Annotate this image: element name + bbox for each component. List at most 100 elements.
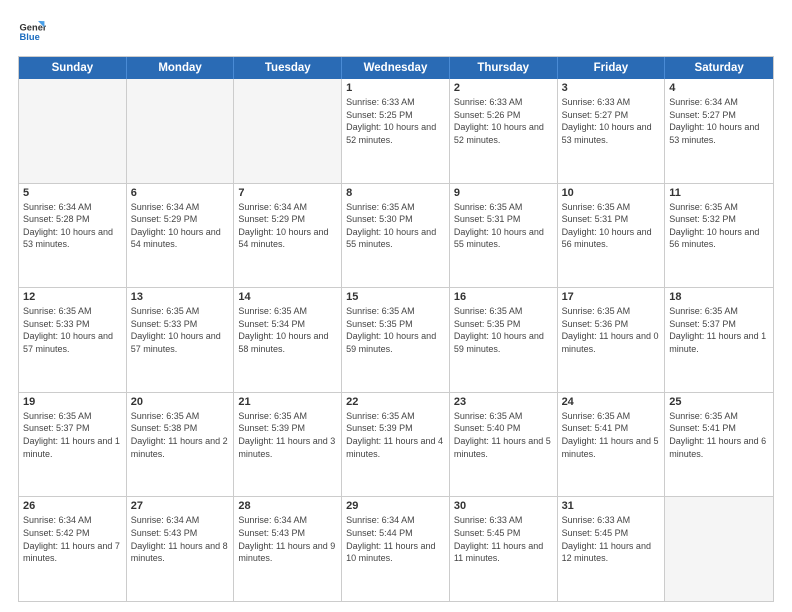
cell-day-number: 3 xyxy=(562,82,661,94)
calendar-cell: 5 Sunrise: 6:34 AM Sunset: 5:28 PM Daylig… xyxy=(19,184,127,288)
header: General Blue xyxy=(18,18,774,46)
logo: General Blue xyxy=(18,18,46,46)
cell-day-number: 27 xyxy=(131,500,230,512)
cell-info: Sunrise: 6:34 AM Sunset: 5:43 PM Dayligh… xyxy=(238,514,337,564)
calendar-cell: 29 Sunrise: 6:34 AM Sunset: 5:44 PM Dayli… xyxy=(342,497,450,601)
calendar-cell: 15 Sunrise: 6:35 AM Sunset: 5:35 PM Dayli… xyxy=(342,288,450,392)
calendar-cell xyxy=(665,497,773,601)
calendar-cell: 2 Sunrise: 6:33 AM Sunset: 5:26 PM Daylig… xyxy=(450,79,558,183)
cell-info: Sunrise: 6:35 AM Sunset: 5:32 PM Dayligh… xyxy=(669,201,769,251)
calendar: SundayMondayTuesdayWednesdayThursdayFrid… xyxy=(18,56,774,602)
cell-day-number: 16 xyxy=(454,291,553,303)
cell-day-number: 7 xyxy=(238,187,337,199)
cell-day-number: 30 xyxy=(454,500,553,512)
cell-day-number: 21 xyxy=(238,396,337,408)
cell-day-number: 8 xyxy=(346,187,445,199)
cell-info: Sunrise: 6:35 AM Sunset: 5:37 PM Dayligh… xyxy=(669,305,769,355)
cell-day-number: 11 xyxy=(669,187,769,199)
cell-day-number: 2 xyxy=(454,82,553,94)
cell-day-number: 29 xyxy=(346,500,445,512)
calendar-row-3: 19Sunrise: 6:35 AM Sunset: 5:37 PM Dayli… xyxy=(19,393,773,498)
cell-day-number: 5 xyxy=(23,187,122,199)
cell-info: Sunrise: 6:35 AM Sunset: 5:37 PM Dayligh… xyxy=(23,410,122,460)
header-day-friday: Friday xyxy=(558,57,666,79)
calendar-header-row: SundayMondayTuesdayWednesdayThursdayFrid… xyxy=(19,57,773,79)
cell-info: Sunrise: 6:35 AM Sunset: 5:39 PM Dayligh… xyxy=(346,410,445,460)
cell-day-number: 10 xyxy=(562,187,661,199)
cell-info: Sunrise: 6:35 AM Sunset: 5:30 PM Dayligh… xyxy=(346,201,445,251)
calendar-cell: 30 Sunrise: 6:33 AM Sunset: 5:45 PM Dayli… xyxy=(450,497,558,601)
cell-day-number: 20 xyxy=(131,396,230,408)
header-day-tuesday: Tuesday xyxy=(234,57,342,79)
calendar-cell: 6Sunrise: 6:34 AM Sunset: 5:29 PM Daylig… xyxy=(127,184,235,288)
calendar-cell: 11 Sunrise: 6:35 AM Sunset: 5:32 PM Dayli… xyxy=(665,184,773,288)
calendar-cell: 10 Sunrise: 6:35 AM Sunset: 5:31 PM Dayli… xyxy=(558,184,666,288)
cell-info: Sunrise: 6:33 AM Sunset: 5:25 PM Dayligh… xyxy=(346,96,445,146)
calendar-cell xyxy=(127,79,235,183)
cell-info: Sunrise: 6:35 AM Sunset: 5:41 PM Dayligh… xyxy=(669,410,769,460)
calendar-cell: 16 Sunrise: 6:35 AM Sunset: 5:35 PM Dayli… xyxy=(450,288,558,392)
cell-info: Sunrise: 6:35 AM Sunset: 5:38 PM Dayligh… xyxy=(131,410,230,460)
cell-info: Sunrise: 6:34 AM Sunset: 5:27 PM Dayligh… xyxy=(669,96,769,146)
cell-day-number: 12 xyxy=(23,291,122,303)
calendar-body: 1Sunrise: 6:33 AM Sunset: 5:25 PM Daylig… xyxy=(19,79,773,601)
cell-day-number: 18 xyxy=(669,291,769,303)
cell-day-number: 23 xyxy=(454,396,553,408)
cell-day-number: 22 xyxy=(346,396,445,408)
calendar-cell: 3 Sunrise: 6:33 AM Sunset: 5:27 PM Daylig… xyxy=(558,79,666,183)
cell-info: Sunrise: 6:35 AM Sunset: 5:33 PM Dayligh… xyxy=(23,305,122,355)
calendar-cell: 31Sunrise: 6:33 AM Sunset: 5:45 PM Dayli… xyxy=(558,497,666,601)
cell-info: Sunrise: 6:35 AM Sunset: 5:36 PM Dayligh… xyxy=(562,305,661,355)
cell-info: Sunrise: 6:35 AM Sunset: 5:39 PM Dayligh… xyxy=(238,410,337,460)
cell-info: Sunrise: 6:35 AM Sunset: 5:35 PM Dayligh… xyxy=(346,305,445,355)
cell-info: Sunrise: 6:33 AM Sunset: 5:27 PM Dayligh… xyxy=(562,96,661,146)
page: General Blue SundayMondayTuesdayWednesda… xyxy=(0,0,792,612)
calendar-cell: 22 Sunrise: 6:35 AM Sunset: 5:39 PM Dayli… xyxy=(342,393,450,497)
cell-day-number: 31 xyxy=(562,500,661,512)
calendar-cell xyxy=(234,79,342,183)
cell-info: Sunrise: 6:35 AM Sunset: 5:35 PM Dayligh… xyxy=(454,305,553,355)
calendar-cell: 26 Sunrise: 6:34 AM Sunset: 5:42 PM Dayli… xyxy=(19,497,127,601)
calendar-row-2: 12 Sunrise: 6:35 AM Sunset: 5:33 PM Dayli… xyxy=(19,288,773,393)
calendar-cell: 1Sunrise: 6:33 AM Sunset: 5:25 PM Daylig… xyxy=(342,79,450,183)
cell-day-number: 26 xyxy=(23,500,122,512)
calendar-cell: 25Sunrise: 6:35 AM Sunset: 5:41 PM Dayli… xyxy=(665,393,773,497)
cell-info: Sunrise: 6:33 AM Sunset: 5:45 PM Dayligh… xyxy=(454,514,553,564)
header-day-saturday: Saturday xyxy=(665,57,773,79)
calendar-cell: 7 Sunrise: 6:34 AM Sunset: 5:29 PM Daylig… xyxy=(234,184,342,288)
cell-info: Sunrise: 6:34 AM Sunset: 5:43 PM Dayligh… xyxy=(131,514,230,564)
cell-day-number: 13 xyxy=(131,291,230,303)
cell-info: Sunrise: 6:34 AM Sunset: 5:28 PM Dayligh… xyxy=(23,201,122,251)
logo-icon: General Blue xyxy=(18,18,46,46)
calendar-cell: 17Sunrise: 6:35 AM Sunset: 5:36 PM Dayli… xyxy=(558,288,666,392)
header-day-thursday: Thursday xyxy=(450,57,558,79)
calendar-cell: 18 Sunrise: 6:35 AM Sunset: 5:37 PM Dayli… xyxy=(665,288,773,392)
cell-day-number: 15 xyxy=(346,291,445,303)
calendar-cell: 4 Sunrise: 6:34 AM Sunset: 5:27 PM Daylig… xyxy=(665,79,773,183)
calendar-row-4: 26 Sunrise: 6:34 AM Sunset: 5:42 PM Dayli… xyxy=(19,497,773,601)
header-day-wednesday: Wednesday xyxy=(342,57,450,79)
cell-info: Sunrise: 6:34 AM Sunset: 5:29 PM Dayligh… xyxy=(238,201,337,251)
calendar-cell: 12 Sunrise: 6:35 AM Sunset: 5:33 PM Dayli… xyxy=(19,288,127,392)
calendar-cell: 9 Sunrise: 6:35 AM Sunset: 5:31 PM Daylig… xyxy=(450,184,558,288)
calendar-cell: 13 Sunrise: 6:35 AM Sunset: 5:33 PM Dayli… xyxy=(127,288,235,392)
calendar-cell: 14 Sunrise: 6:35 AM Sunset: 5:34 PM Dayli… xyxy=(234,288,342,392)
cell-info: Sunrise: 6:35 AM Sunset: 5:31 PM Dayligh… xyxy=(562,201,661,251)
calendar-cell xyxy=(19,79,127,183)
cell-day-number: 24 xyxy=(562,396,661,408)
cell-day-number: 6 xyxy=(131,187,230,199)
cell-info: Sunrise: 6:33 AM Sunset: 5:26 PM Dayligh… xyxy=(454,96,553,146)
cell-day-number: 9 xyxy=(454,187,553,199)
calendar-cell: 20 Sunrise: 6:35 AM Sunset: 5:38 PM Dayli… xyxy=(127,393,235,497)
calendar-cell: 8 Sunrise: 6:35 AM Sunset: 5:30 PM Daylig… xyxy=(342,184,450,288)
cell-day-number: 14 xyxy=(238,291,337,303)
cell-info: Sunrise: 6:34 AM Sunset: 5:44 PM Dayligh… xyxy=(346,514,445,564)
cell-info: Sunrise: 6:34 AM Sunset: 5:42 PM Dayligh… xyxy=(23,514,122,564)
cell-info: Sunrise: 6:35 AM Sunset: 5:34 PM Dayligh… xyxy=(238,305,337,355)
cell-info: Sunrise: 6:35 AM Sunset: 5:31 PM Dayligh… xyxy=(454,201,553,251)
cell-info: Sunrise: 6:35 AM Sunset: 5:33 PM Dayligh… xyxy=(131,305,230,355)
calendar-cell: 28Sunrise: 6:34 AM Sunset: 5:43 PM Dayli… xyxy=(234,497,342,601)
cell-info: Sunrise: 6:35 AM Sunset: 5:41 PM Dayligh… xyxy=(562,410,661,460)
cell-day-number: 4 xyxy=(669,82,769,94)
calendar-row-0: 1Sunrise: 6:33 AM Sunset: 5:25 PM Daylig… xyxy=(19,79,773,184)
